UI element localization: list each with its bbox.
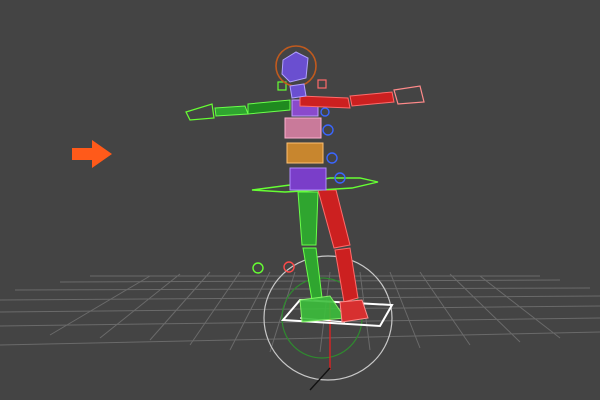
neck[interactable] (289, 83, 307, 99)
spine-pink-box[interactable] (284, 117, 322, 139)
arrow-right-icon (72, 140, 112, 168)
head[interactable] (281, 51, 309, 83)
3d-viewport[interactable] (0, 0, 600, 400)
viewport-scene[interactable] (0, 0, 600, 400)
left-knee-helper[interactable] (252, 262, 264, 274)
spine-orange-box[interactable] (286, 142, 324, 164)
right-shoulder-controller[interactable] (317, 79, 327, 89)
right-arm[interactable] (299, 85, 425, 109)
pelvis-box[interactable] (289, 167, 327, 191)
left-arm[interactable] (185, 99, 291, 121)
